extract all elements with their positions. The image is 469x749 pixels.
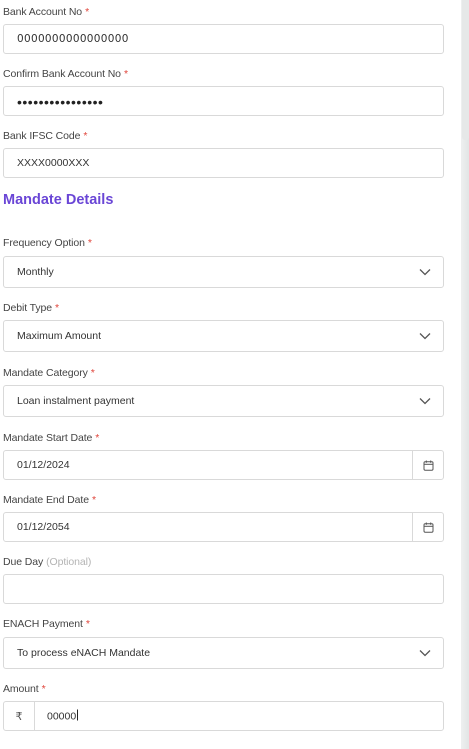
ifsc-input[interactable]: XXXX0000XXX [3, 148, 444, 178]
chevron-down-icon [419, 398, 431, 405]
confirm-account-value: •••••••••••••••• [17, 93, 104, 110]
frequency-select[interactable]: Monthly [3, 256, 444, 288]
required-mark: * [83, 130, 88, 142]
mandate-category-label-text: Mandate Category [3, 367, 88, 379]
ifsc-label: Bank IFSC Code * [3, 130, 87, 142]
due-day-label-text: Due Day [3, 556, 44, 568]
optional-mark: (Optional) [46, 556, 92, 568]
chevron-down-icon [419, 269, 431, 276]
bank-account-value: 0000000000000000 [17, 33, 129, 45]
start-date-picker-button[interactable] [412, 451, 443, 479]
bank-account-label: Bank Account No * [3, 6, 89, 18]
rupee-icon: ₹ [15, 710, 23, 723]
due-day-input[interactable] [3, 574, 444, 604]
calendar-icon [423, 522, 433, 533]
end-date-picker-button[interactable] [412, 513, 443, 541]
required-mark: * [91, 494, 96, 506]
confirm-account-label-text: Confirm Bank Account No [3, 68, 121, 80]
required-mark: * [55, 302, 60, 314]
confirm-account-input[interactable]: •••••••••••••••• [3, 86, 444, 116]
currency-prefix: ₹ [4, 702, 35, 730]
amount-value: 00000 [47, 710, 77, 723]
required-mark: * [85, 618, 90, 630]
mandate-category-label: Mandate Category * [3, 367, 95, 379]
start-date-input[interactable]: 01/12/2024 [3, 450, 444, 480]
enach-label: ENACH Payment * [3, 618, 90, 630]
bank-account-input[interactable]: 0000000000000000 [3, 24, 444, 54]
end-date-value: 01/12/2054 [17, 521, 70, 533]
confirm-account-label: Confirm Bank Account No * [3, 68, 128, 80]
frequency-label: Frequency Option * [3, 237, 92, 249]
due-day-label: Due Day (Optional) [3, 556, 91, 568]
enach-value: To process eNACH Mandate [17, 647, 151, 659]
debit-type-label-text: Debit Type [3, 302, 53, 314]
required-mark: * [95, 432, 100, 444]
debit-type-select[interactable]: Maximum Amount [3, 320, 444, 352]
frequency-value: Monthly [17, 266, 54, 278]
text-cursor [77, 709, 79, 721]
required-mark: * [90, 367, 95, 379]
mandate-category-value: Loan instalment payment [17, 395, 135, 407]
debit-type-value: Maximum Amount [17, 330, 102, 342]
amount-label: Amount * [3, 683, 46, 695]
calendar-icon [423, 460, 433, 471]
scrollbar-thumb[interactable] [462, 0, 469, 140]
enach-label-text: ENACH Payment [3, 618, 83, 630]
start-date-value: 01/12/2024 [17, 459, 70, 471]
required-mark: * [85, 6, 90, 18]
start-date-label-text: Mandate Start Date [3, 432, 93, 444]
required-mark: * [123, 68, 128, 80]
ifsc-label-text: Bank IFSC Code [3, 130, 81, 142]
chevron-down-icon [419, 650, 431, 657]
required-mark: * [41, 683, 46, 695]
debit-type-label: Debit Type * [3, 302, 59, 314]
start-date-label: Mandate Start Date * [3, 432, 99, 444]
bank-account-label-text: Bank Account No [3, 6, 83, 18]
section-title: Mandate Details [3, 192, 114, 208]
end-date-label-text: Mandate End Date [3, 494, 89, 506]
end-date-label: Mandate End Date * [3, 494, 96, 506]
amount-label-text: Amount [3, 683, 39, 695]
scrollbar[interactable] [461, 0, 469, 749]
mandate-category-select[interactable]: Loan instalment payment [3, 385, 444, 417]
end-date-input[interactable]: 01/12/2054 [3, 512, 444, 542]
amount-value-wrap: 00000 [47, 709, 79, 723]
frequency-label-text: Frequency Option [3, 237, 85, 249]
required-mark: * [87, 237, 92, 249]
ifsc-value: XXXX0000XXX [17, 157, 90, 169]
chevron-down-icon [419, 333, 431, 340]
amount-input[interactable]: ₹ 00000 [3, 701, 444, 731]
enach-select[interactable]: To process eNACH Mandate [3, 637, 444, 669]
